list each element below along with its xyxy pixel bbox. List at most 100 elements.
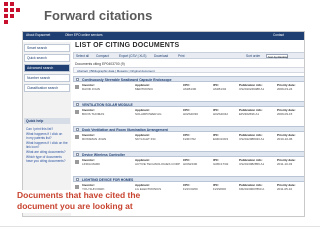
results-list-title: LIST OF CITING DOCUMENTS xyxy=(75,42,180,49)
priority-value: 2009-03-24 xyxy=(277,86,293,91)
result-ipc: IPC: H02S40/42 xyxy=(213,108,229,116)
result-title[interactable]: Continuously Steerable Swallowed Capsule… xyxy=(82,78,172,82)
result-applicant: Applicant: ACTIVE TECHNOLOGIES CORP xyxy=(135,158,180,166)
priority-value: 2009-09-15 xyxy=(277,111,293,116)
result-cpc: CPC: A61B1/00 xyxy=(183,83,197,91)
view-links-bar: Abstract | Bibliographic data | Mosaics … xyxy=(73,67,304,73)
results-toolbar: Select all Compact Export (CSV | XLS) Do… xyxy=(73,52,304,59)
result-title[interactable]: Dock Ventilation and Room Illumination A… xyxy=(82,128,168,132)
sidebar-item-smart-search[interactable]: Smart search xyxy=(24,44,70,52)
applicant-value: SOLARPOWER AG xyxy=(135,111,162,116)
publication-value[interactable]: US2012088433 A1 xyxy=(239,137,264,141)
result-applicant: Applicant: SKYLIGHT INC xyxy=(135,133,156,141)
slide-title: Forward citations xyxy=(44,8,153,23)
result-row: Inventor: LINDA MARK Applicant: ACTIVE TEC… xyxy=(73,158,304,175)
espacenet-top-bar: About Espacenet Other EPO online service… xyxy=(23,32,304,40)
priority-value: 2011-10-03 xyxy=(277,161,293,166)
other-services-link[interactable]: Other EPO online services xyxy=(65,33,103,37)
cpc-value: F21V33/00 xyxy=(183,186,198,191)
result-ipc: IPC: F21S8/00 xyxy=(213,183,227,191)
result-applicant: Applicant: SOLARPOWER AG xyxy=(135,108,162,116)
slide-divider xyxy=(0,226,320,227)
document-icon xyxy=(75,160,79,164)
sidebar-item-advanced-search[interactable]: Advanced search xyxy=(24,64,70,72)
select-checkbox[interactable] xyxy=(76,178,79,181)
ipc-value: H02S40/42 xyxy=(213,111,229,116)
result-title[interactable]: Device Wireless Controller xyxy=(82,153,125,157)
about-link[interactable]: About Espacenet xyxy=(26,33,50,37)
result-priority: Priority date: 2011-10-03 xyxy=(277,158,296,166)
priority-value: 2010-10-06 xyxy=(277,136,293,141)
view-links[interactable]: Abstract | Bibliographic data | Mosaics … xyxy=(77,69,155,73)
result-inventor: Inventor: ROSSMAN JOHN xyxy=(82,133,107,141)
cpc-value: F24F7/02 xyxy=(183,136,196,141)
download-button[interactable]: Download xyxy=(154,54,168,58)
result-row-header[interactable]: VENTILATION SOLAR MODULE xyxy=(73,101,304,107)
sort-order-value: Sort by Ranking xyxy=(268,55,288,59)
publication-value[interactable]: US2010249488 A1 xyxy=(239,87,264,91)
cpc-value: A61B1/00 xyxy=(183,86,197,91)
sort-order-select[interactable]: Sort by Ranking xyxy=(266,54,288,59)
result-ipc: IPC: E04D13/03 xyxy=(213,133,229,141)
presentation-slide: Forward citations About Espacenet Other … xyxy=(0,0,320,240)
export-button[interactable]: Export (CSV | XLS) xyxy=(119,54,146,58)
result-cpc: CPC: F24F7/02 xyxy=(183,133,196,141)
ipc-value: G08C17/02 xyxy=(213,161,229,166)
quick-help-link[interactable]: What are citing documents? xyxy=(26,150,66,154)
result-applicant: Applicant: MEDTRONIC xyxy=(135,83,154,91)
result-cpc: CPC: H02S20/30 xyxy=(183,108,199,116)
sidebar-item-classification-search[interactable]: Classification search xyxy=(24,84,70,92)
compact-button[interactable]: Compact xyxy=(96,54,109,58)
quick-help-link[interactable]: Can I print this list? xyxy=(26,127,53,131)
publication-value[interactable]: US2013082859 A1 xyxy=(239,162,264,166)
applicant-value: SKYLIGHT INC xyxy=(135,136,156,141)
result-row-header[interactable]: Device Wireless Controller xyxy=(73,151,304,157)
citing-documents-count: Documents citing EP0403700 (9) xyxy=(75,62,125,66)
result-title[interactable]: LIGHTING DEVICE FOR HOMES xyxy=(82,178,133,182)
ipc-value: A61B1/04 xyxy=(213,86,227,91)
publication-value[interactable]: KR20130007860 A xyxy=(239,187,264,191)
result-row: Inventor: ROSSMAN JOHN Applicant: SKYLIGHT… xyxy=(73,133,304,150)
select-checkbox[interactable] xyxy=(76,103,79,106)
result-priority: Priority date: 2009-03-24 xyxy=(277,83,296,91)
result-row-header[interactable]: LIGHTING DEVICE FOR HOMES xyxy=(73,176,304,182)
result-publication: Publication info: US2012088433 A1 xyxy=(239,133,265,141)
document-icon xyxy=(75,110,79,114)
result-ipc: IPC: G08C17/02 xyxy=(213,158,229,166)
select-all-button[interactable]: Select all xyxy=(76,54,89,58)
result-cpc: CPC: F21V33/00 xyxy=(183,183,198,191)
sort-order-label: Sort order xyxy=(246,54,261,58)
sidebar-item-number-search[interactable]: Number search xyxy=(24,74,70,82)
result-publication: Publication info: US2010249488 A1 xyxy=(239,83,265,91)
select-checkbox[interactable] xyxy=(76,78,79,81)
inventor-value: LINDA MARK xyxy=(82,161,101,166)
result-row: Inventor: BOOS THOMAS Applicant: SOLARPOWE… xyxy=(73,108,304,125)
quick-help-link[interactable]: link icon? xyxy=(26,145,39,149)
result-ipc: IPC: A61B1/04 xyxy=(213,83,227,91)
contact-link[interactable]: Contact xyxy=(273,33,284,37)
applicant-value: MEDTRONIC xyxy=(135,86,154,91)
document-icon xyxy=(75,85,79,89)
inventor-value: BOOS THOMAS xyxy=(82,111,105,116)
result-row-header[interactable]: Continuously Steerable Swallowed Capsule… xyxy=(73,76,304,82)
sidebar-item-quick-search[interactable]: Quick search xyxy=(24,54,70,62)
document-icon xyxy=(75,135,79,139)
select-checkbox[interactable] xyxy=(76,153,79,156)
result-publication: Publication info: EP2302696 A1 xyxy=(239,108,263,116)
slide-caption-line-2: document you are looking at xyxy=(14,201,148,213)
result-inventor: Inventor: BOOS THOMAS xyxy=(82,108,105,116)
document-icon xyxy=(75,185,79,189)
inventor-value: DAVID JOHN xyxy=(82,86,100,91)
quick-help-link[interactable]: in my patents list? xyxy=(26,136,52,140)
result-row-header[interactable]: Dock Ventilation and Room Illumination A… xyxy=(73,126,304,132)
result-priority: Priority date: 2010-10-06 xyxy=(277,133,296,141)
publication-value[interactable]: EP2302696 A1 xyxy=(239,112,259,116)
select-checkbox[interactable] xyxy=(76,128,79,131)
result-inventor: Inventor: LINDA MARK xyxy=(82,158,101,166)
espacenet-logo-icon xyxy=(4,2,20,24)
result-priority: Priority date: 2009-09-15 xyxy=(277,108,296,116)
priority-value: 2011-05-10 xyxy=(277,186,293,191)
print-button[interactable]: Print xyxy=(178,54,185,58)
result-title[interactable]: VENTILATION SOLAR MODULE xyxy=(82,103,133,107)
quick-help-link[interactable]: have you citing documents? xyxy=(26,159,66,163)
